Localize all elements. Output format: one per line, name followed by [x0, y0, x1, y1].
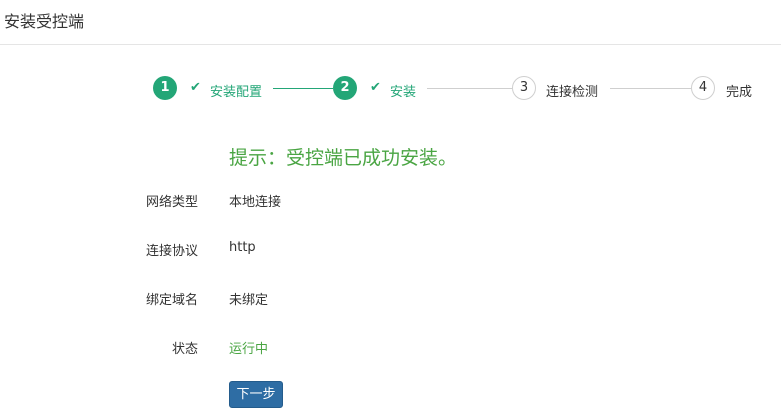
- check-icon: ✔: [190, 80, 201, 95]
- step-2-label: 安装: [390, 85, 417, 100]
- status-value: 运行中: [229, 342, 269, 357]
- install-agent-page: 安装受控端 1 ✔ 安装配置 2 ✔ 安装 3 连接检测 4 完成 提示：受控端…: [0, 0, 781, 411]
- step-3-label: 连接检测: [546, 85, 599, 100]
- status-label: 状态: [171, 342, 198, 357]
- step-1-circle: 1: [153, 76, 177, 100]
- success-tip: 提示：受控端已成功安装。: [229, 147, 458, 169]
- page-header: 安装受控端: [0, 0, 781, 45]
- next-step-button[interactable]: 下一步: [229, 381, 283, 408]
- step-3-circle: 3: [512, 76, 536, 100]
- domain-label: 绑定域名: [145, 293, 198, 308]
- step-2-circle: 2: [333, 76, 357, 100]
- progress-steps: 1 ✔ 安装配置 2 ✔ 安装 3 连接检测 4 完成: [0, 75, 781, 103]
- protocol-label: 连接协议: [145, 244, 198, 259]
- network-type-label: 网络类型: [145, 195, 198, 210]
- step-1-label: 安装配置: [210, 85, 263, 100]
- step-connector-2: [427, 88, 512, 89]
- check-icon: ✔: [370, 80, 381, 95]
- step-connector-3: [610, 88, 691, 89]
- protocol-value: http: [229, 240, 256, 255]
- page-title: 安装受控端: [4, 12, 85, 31]
- domain-value: 未绑定: [229, 293, 269, 308]
- step-4-label: 完成: [726, 85, 753, 100]
- step-4-circle: 4: [691, 76, 715, 100]
- step-connector-1: [273, 88, 333, 89]
- network-type-value: 本地连接: [229, 195, 282, 210]
